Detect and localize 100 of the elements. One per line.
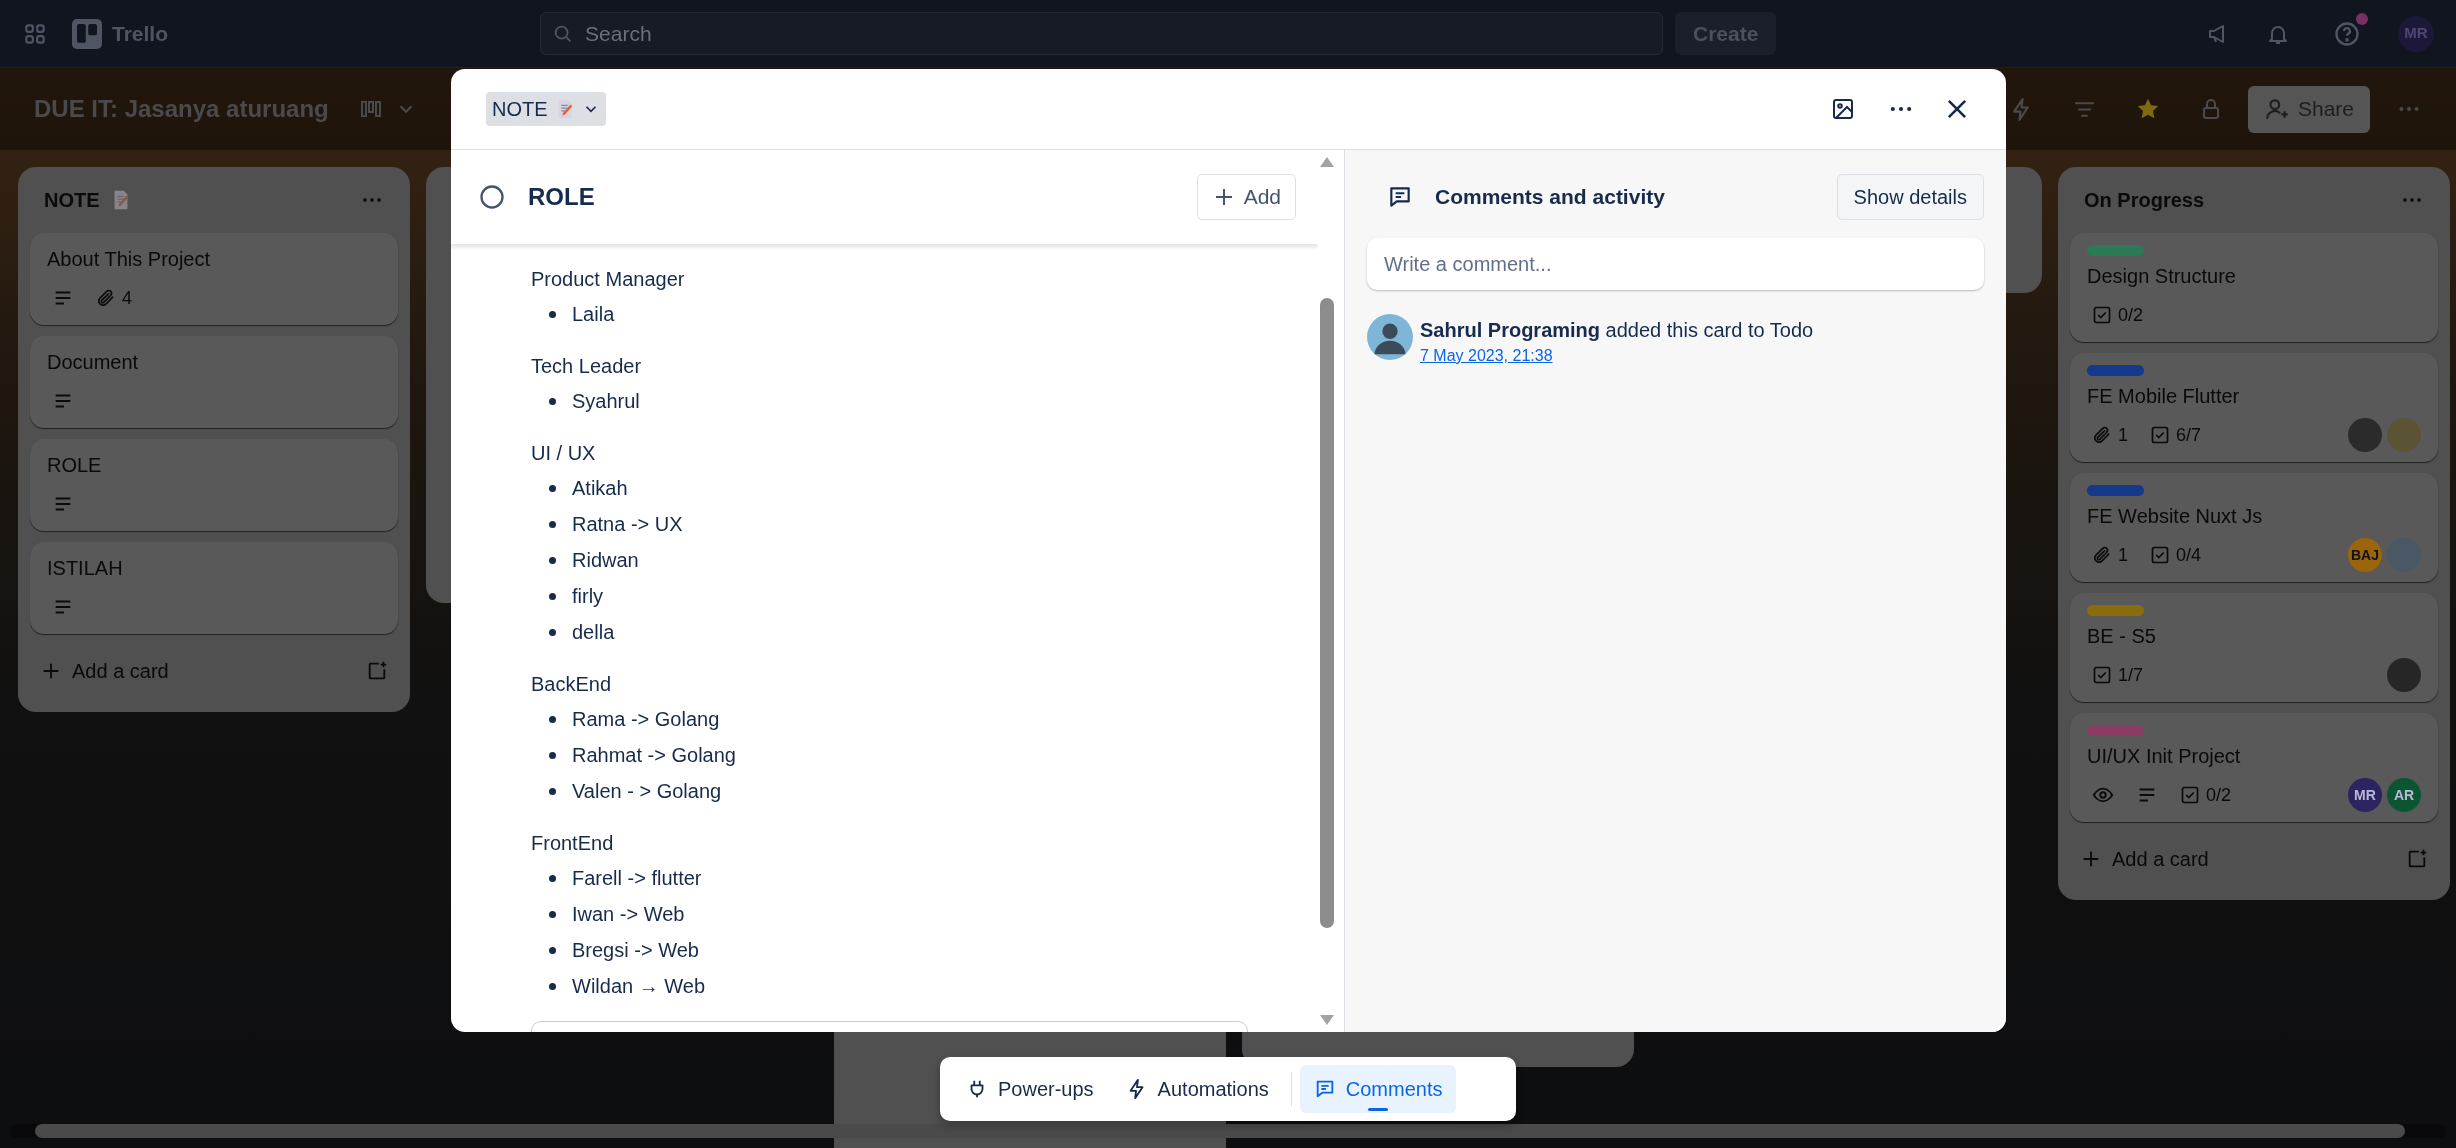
- list-item-text: Farell -> flutter: [572, 866, 702, 891]
- list-item-text: Ridwan: [572, 548, 639, 573]
- bullet: [549, 397, 556, 405]
- member-avatar[interactable]: MR: [2348, 778, 2382, 812]
- paperclip-icon: [96, 288, 116, 308]
- list-title[interactable]: On Progress: [2084, 185, 2205, 215]
- card-title: ROLE: [47, 453, 103, 478]
- board-title[interactable]: DUE IT: Jasanya aturuang: [34, 91, 329, 127]
- checklist-icon: [2092, 305, 2112, 325]
- card[interactable]: Design Structure 0/2: [2070, 233, 2438, 342]
- card-title[interactable]: ROLE: [528, 179, 595, 215]
- card-title: FE Mobile Flutter: [2087, 384, 2241, 409]
- checklist-count: 0/2: [2118, 303, 2144, 327]
- help-icon: [2333, 19, 2361, 48]
- card[interactable]: FE Website Nuxt Js 1 0/4 BAJ: [2070, 473, 2438, 582]
- list-item-text: firly: [572, 584, 604, 609]
- checklist-count: 1/7: [2118, 663, 2144, 687]
- card-title: BE - S5: [2087, 624, 2157, 649]
- list-item-text: Rama -> Golang: [572, 707, 720, 732]
- section-heading: Product Manager: [531, 267, 686, 292]
- bullet: [549, 910, 556, 918]
- trello-logo[interactable]: Trello: [72, 17, 169, 50]
- attachment-count: 4: [122, 286, 132, 310]
- paperclip-icon: [2092, 545, 2112, 565]
- member-avatar[interactable]: [2348, 418, 2382, 452]
- list-title[interactable]: NOTE: [44, 185, 100, 215]
- search-field[interactable]: Search: [540, 12, 1664, 55]
- toolbar-tab[interactable]: Comments: [1299, 1065, 1457, 1113]
- list-item-text: Iwan -> Web: [572, 902, 685, 927]
- list-item-text: Bregsi -> Web: [572, 938, 699, 963]
- user-avatar[interactable]: MR: [2398, 15, 2434, 52]
- list-item-text: Wildan → Web: [572, 974, 705, 999]
- bullet: [549, 874, 556, 882]
- section-heading: BackEnd: [531, 672, 613, 697]
- list-item-text: Atikah: [572, 476, 628, 501]
- checklist-icon: [2092, 665, 2112, 685]
- bullet: [549, 520, 556, 528]
- bullet: [549, 484, 556, 492]
- checklist-icon: [2150, 545, 2170, 565]
- paperclip-icon: [2092, 425, 2112, 445]
- add-card-button[interactable]: Add a card: [40, 656, 169, 686]
- card-title: FE Website Nuxt Js: [2087, 504, 2264, 529]
- activity-timestamp-link[interactable]: 7 May 2023, 21:38: [1420, 344, 1553, 368]
- list-item-text: Laila: [572, 302, 615, 327]
- logo-icon: [72, 18, 102, 49]
- checklist-count: 6/7: [2176, 423, 2202, 447]
- list-item-text: della: [572, 620, 615, 645]
- bullet: [549, 946, 556, 954]
- bullet: [549, 982, 556, 990]
- activity-text: Sahrul Programing added this card to Todo: [1420, 318, 1814, 343]
- card-title: ISTILAH: [47, 556, 124, 581]
- card[interactable]: ISTILAH: [30, 542, 398, 634]
- card-title: About This Project: [47, 247, 212, 272]
- card[interactable]: UI/UX Init Project 0/2 MR AR: [2070, 713, 2438, 822]
- checklist-count: 0/4: [2176, 543, 2202, 567]
- list-item-text: Rahmat -> Golang: [572, 743, 736, 768]
- comment-icon: [1387, 184, 1413, 210]
- cover-image-icon[interactable]: [1831, 97, 1855, 121]
- checklist-icon: [2180, 785, 2200, 805]
- bullet: [549, 628, 556, 636]
- card[interactable]: About This Project 4: [30, 233, 398, 325]
- bullet: [549, 592, 556, 600]
- show-details-button[interactable]: Show details: [1836, 174, 1984, 220]
- comment-field[interactable]: Write a comment...: [1367, 238, 1984, 290]
- section-heading: FrontEnd: [531, 831, 615, 856]
- list-item-text: Syahrul: [572, 389, 640, 414]
- attachment-count: 1: [2118, 543, 2128, 567]
- member-avatar[interactable]: [2387, 658, 2421, 692]
- card[interactable]: Document: [30, 336, 398, 428]
- checklist-count: 0/2: [2206, 783, 2232, 807]
- avatar-icon: [1367, 314, 1413, 360]
- card[interactable]: BE - S5 1/7: [2070, 593, 2438, 702]
- section-title: Comments and activity: [1435, 184, 1665, 211]
- section-heading: UI / UX: [531, 441, 597, 466]
- add-button[interactable]: Add: [1196, 174, 1296, 220]
- create-from-template-icon[interactable]: [2406, 848, 2428, 870]
- horizontal-scrollbar[interactable]: [10, 1124, 2446, 1138]
- list-item-text: Ratna -> UX: [572, 512, 683, 537]
- complete-toggle[interactable]: [478, 183, 506, 211]
- card[interactable]: FE Mobile Flutter 1 6/7: [2070, 353, 2438, 462]
- toolbar-tab[interactable]: Power-ups: [952, 1065, 1108, 1113]
- scroll-thumb[interactable]: [1320, 298, 1334, 928]
- scroll-down-icon: [1319, 1014, 1335, 1026]
- bullet: [549, 715, 556, 723]
- bullet: [549, 310, 556, 318]
- add-card-button[interactable]: Add a card: [2080, 844, 2209, 874]
- add-person-icon: [2263, 96, 2290, 122]
- section-heading: Tech Leader: [531, 354, 643, 379]
- card-title: Document: [47, 350, 140, 375]
- create-from-template-icon[interactable]: [366, 660, 388, 682]
- attachment-count: 1: [2118, 423, 2128, 447]
- list-selector-button[interactable]: NOTE: [486, 92, 606, 126]
- bullet: [549, 751, 556, 759]
- member-avatar[interactable]: BAJ: [2348, 538, 2382, 572]
- bullet: [549, 556, 556, 564]
- toolbar-tab[interactable]: Automations: [1111, 1065, 1283, 1113]
- list-item-text: Valen - > Golang: [572, 779, 722, 804]
- share-button[interactable]: Share: [2247, 85, 2370, 133]
- member-avatar[interactable]: AR: [2387, 778, 2421, 812]
- card[interactable]: ROLE: [30, 439, 398, 531]
